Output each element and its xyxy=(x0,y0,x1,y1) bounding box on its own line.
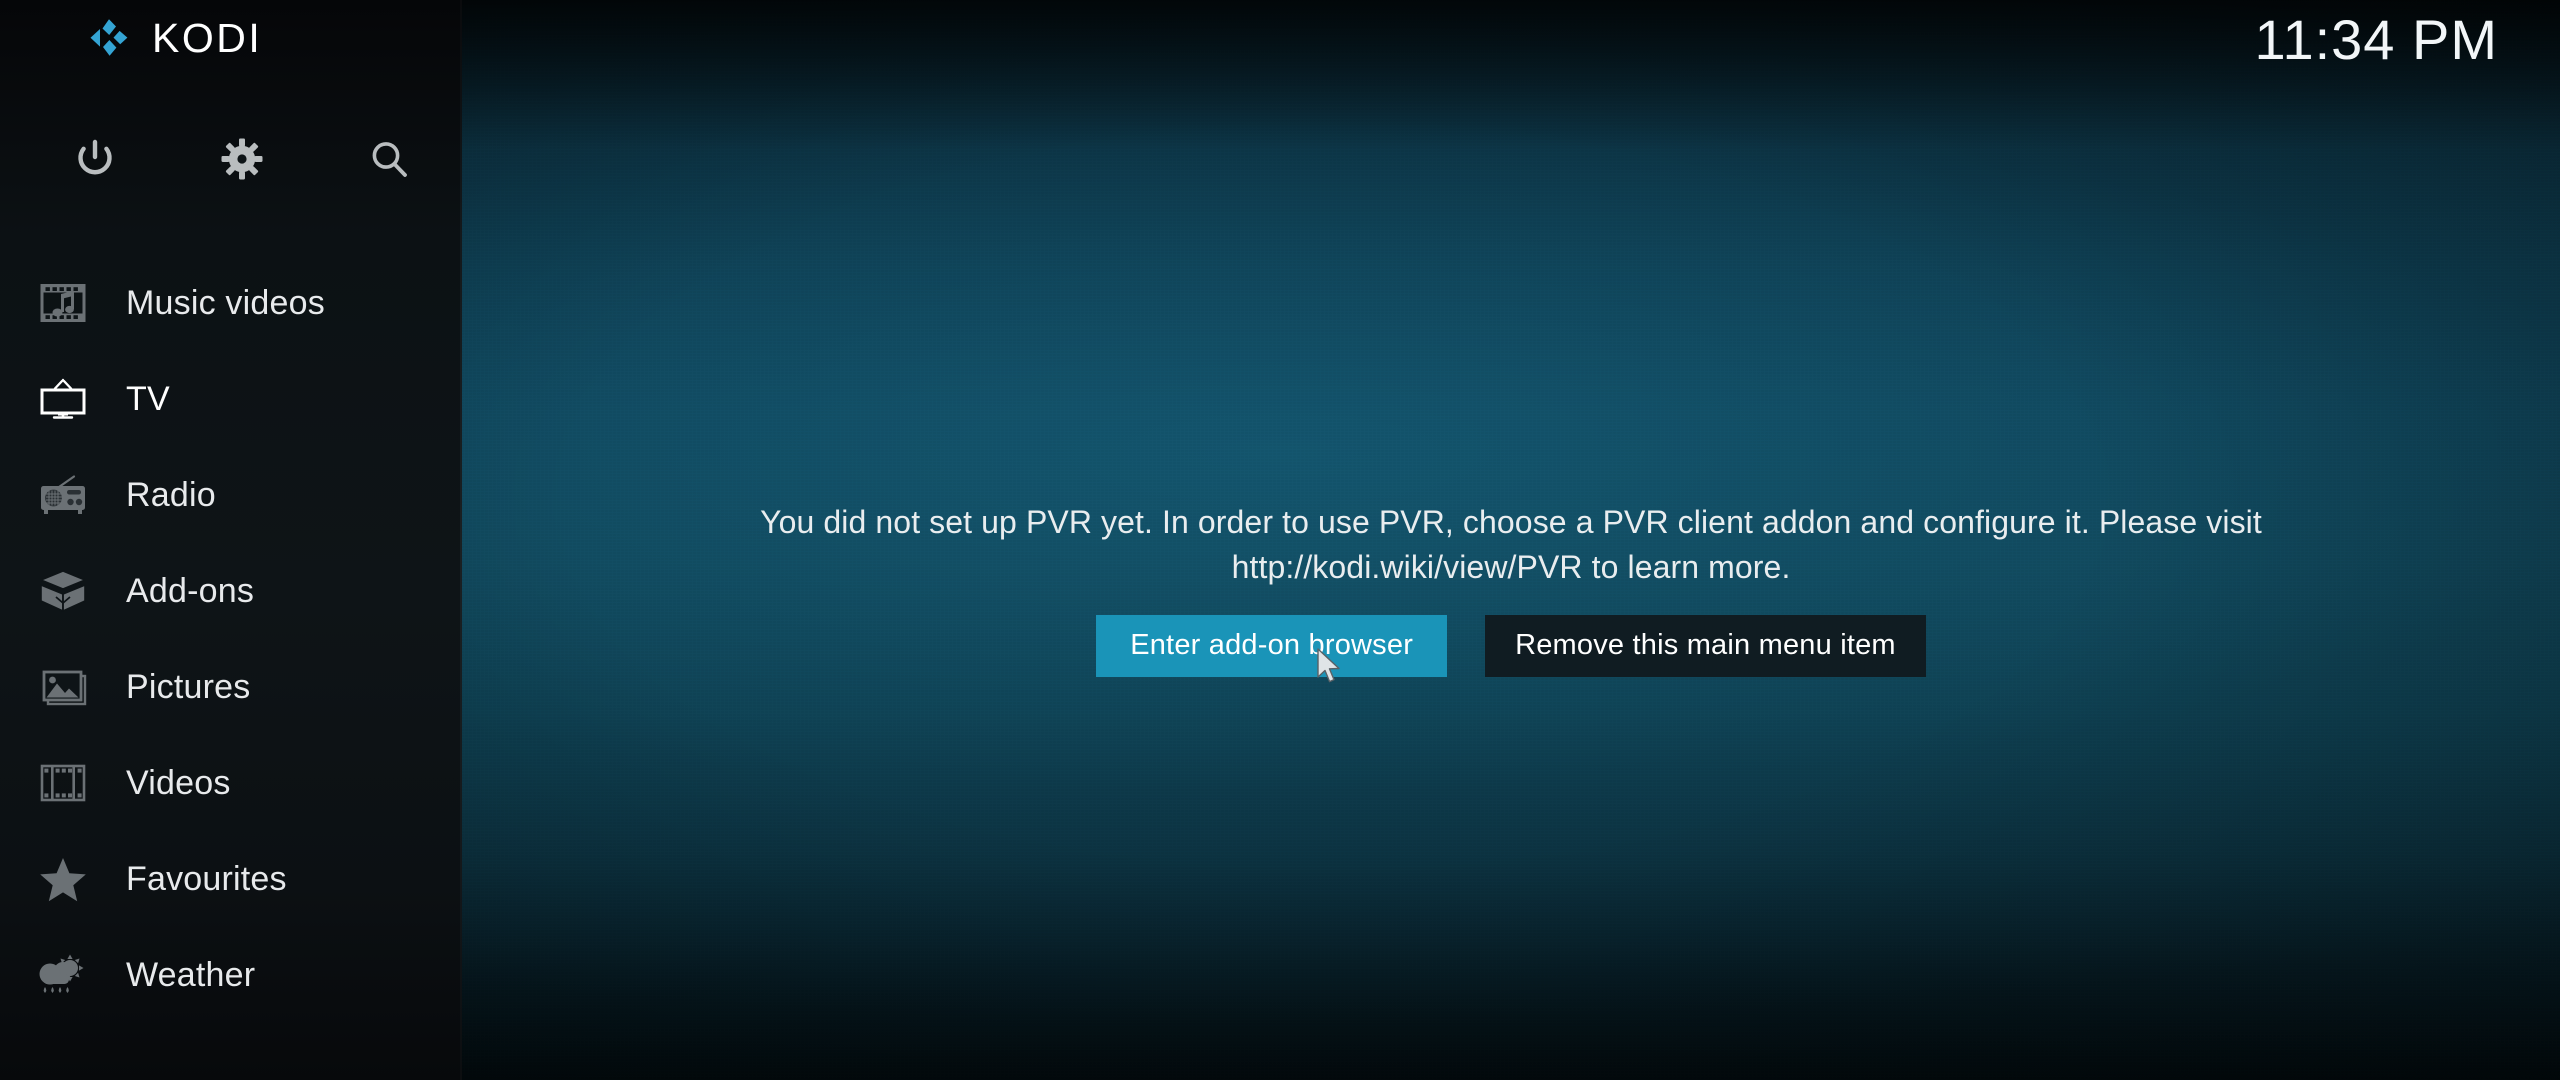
sidebar-item-label: Radio xyxy=(126,475,216,514)
search-icon xyxy=(372,142,407,177)
remove-main-menu-item-button[interactable]: Remove this main menu item xyxy=(1485,614,1926,677)
addons-box-icon xyxy=(22,569,104,613)
sidebar-item-label: Music videos xyxy=(126,283,325,322)
sidebar-item-add-ons[interactable]: Add-ons xyxy=(0,543,462,639)
power-icon xyxy=(78,139,113,175)
app-logo: KODI xyxy=(88,17,262,59)
tv-icon xyxy=(22,378,104,420)
enter-addon-browser-button[interactable]: Enter add-on browser xyxy=(1096,614,1448,677)
sidebar-item-label: Add-ons xyxy=(126,571,255,610)
pvr-message: You did not set up PVR yet. In order to … xyxy=(760,504,2262,586)
sidebar-item-favourites[interactable]: Favourites xyxy=(0,831,462,927)
videos-filmstrip-icon xyxy=(22,762,104,804)
sidebar-item-label: Videos xyxy=(126,763,231,802)
kodi-logo-icon xyxy=(90,19,128,56)
app-title: KODI xyxy=(152,14,263,61)
sidebar-item-label: Favourites xyxy=(126,859,287,898)
radio-icon xyxy=(22,474,104,516)
settings-button[interactable] xyxy=(169,128,316,190)
pictures-icon xyxy=(22,666,104,708)
music-videos-icon xyxy=(22,282,104,324)
weather-cloud-rain-sun-icon xyxy=(22,954,104,996)
pvr-actions: Enter add-on browser Remove this main me… xyxy=(531,614,2491,677)
power-button[interactable] xyxy=(22,128,169,190)
sidebar-item-radio[interactable]: Radio xyxy=(0,447,462,543)
kodi-home-screen: KODI Music videos TV Radio Add-ons Pictu… xyxy=(0,0,2560,1080)
sidebar-quick-actions xyxy=(0,128,462,190)
sidebar-item-pictures[interactable]: Pictures xyxy=(0,639,462,735)
sidebar-item-label: TV xyxy=(126,379,170,418)
pvr-setup-panel: You did not set up PVR yet. In order to … xyxy=(531,500,2491,677)
sidebar-item-music-videos[interactable]: Music videos xyxy=(0,255,462,351)
main-menu: Music videos TV Radio Add-ons Pictures V… xyxy=(0,255,462,1023)
sidebar-item-weather[interactable]: Weather xyxy=(0,927,462,1023)
sidebar-item-tv[interactable]: TV xyxy=(0,351,462,447)
main-content: 11:34 PM You did not set up PVR yet. In … xyxy=(462,0,2560,1080)
star-icon xyxy=(22,856,104,902)
sidebar-item-label: Pictures xyxy=(126,667,251,706)
clock: 11:34 PM xyxy=(2254,8,2498,71)
sidebar-item-label: Weather xyxy=(126,955,256,994)
search-button[interactable] xyxy=(315,128,462,190)
sidebar: KODI Music videos TV Radio Add-ons Pictu… xyxy=(0,0,462,1080)
sidebar-item-videos[interactable]: Videos xyxy=(0,735,462,831)
gear-icon xyxy=(221,138,263,180)
